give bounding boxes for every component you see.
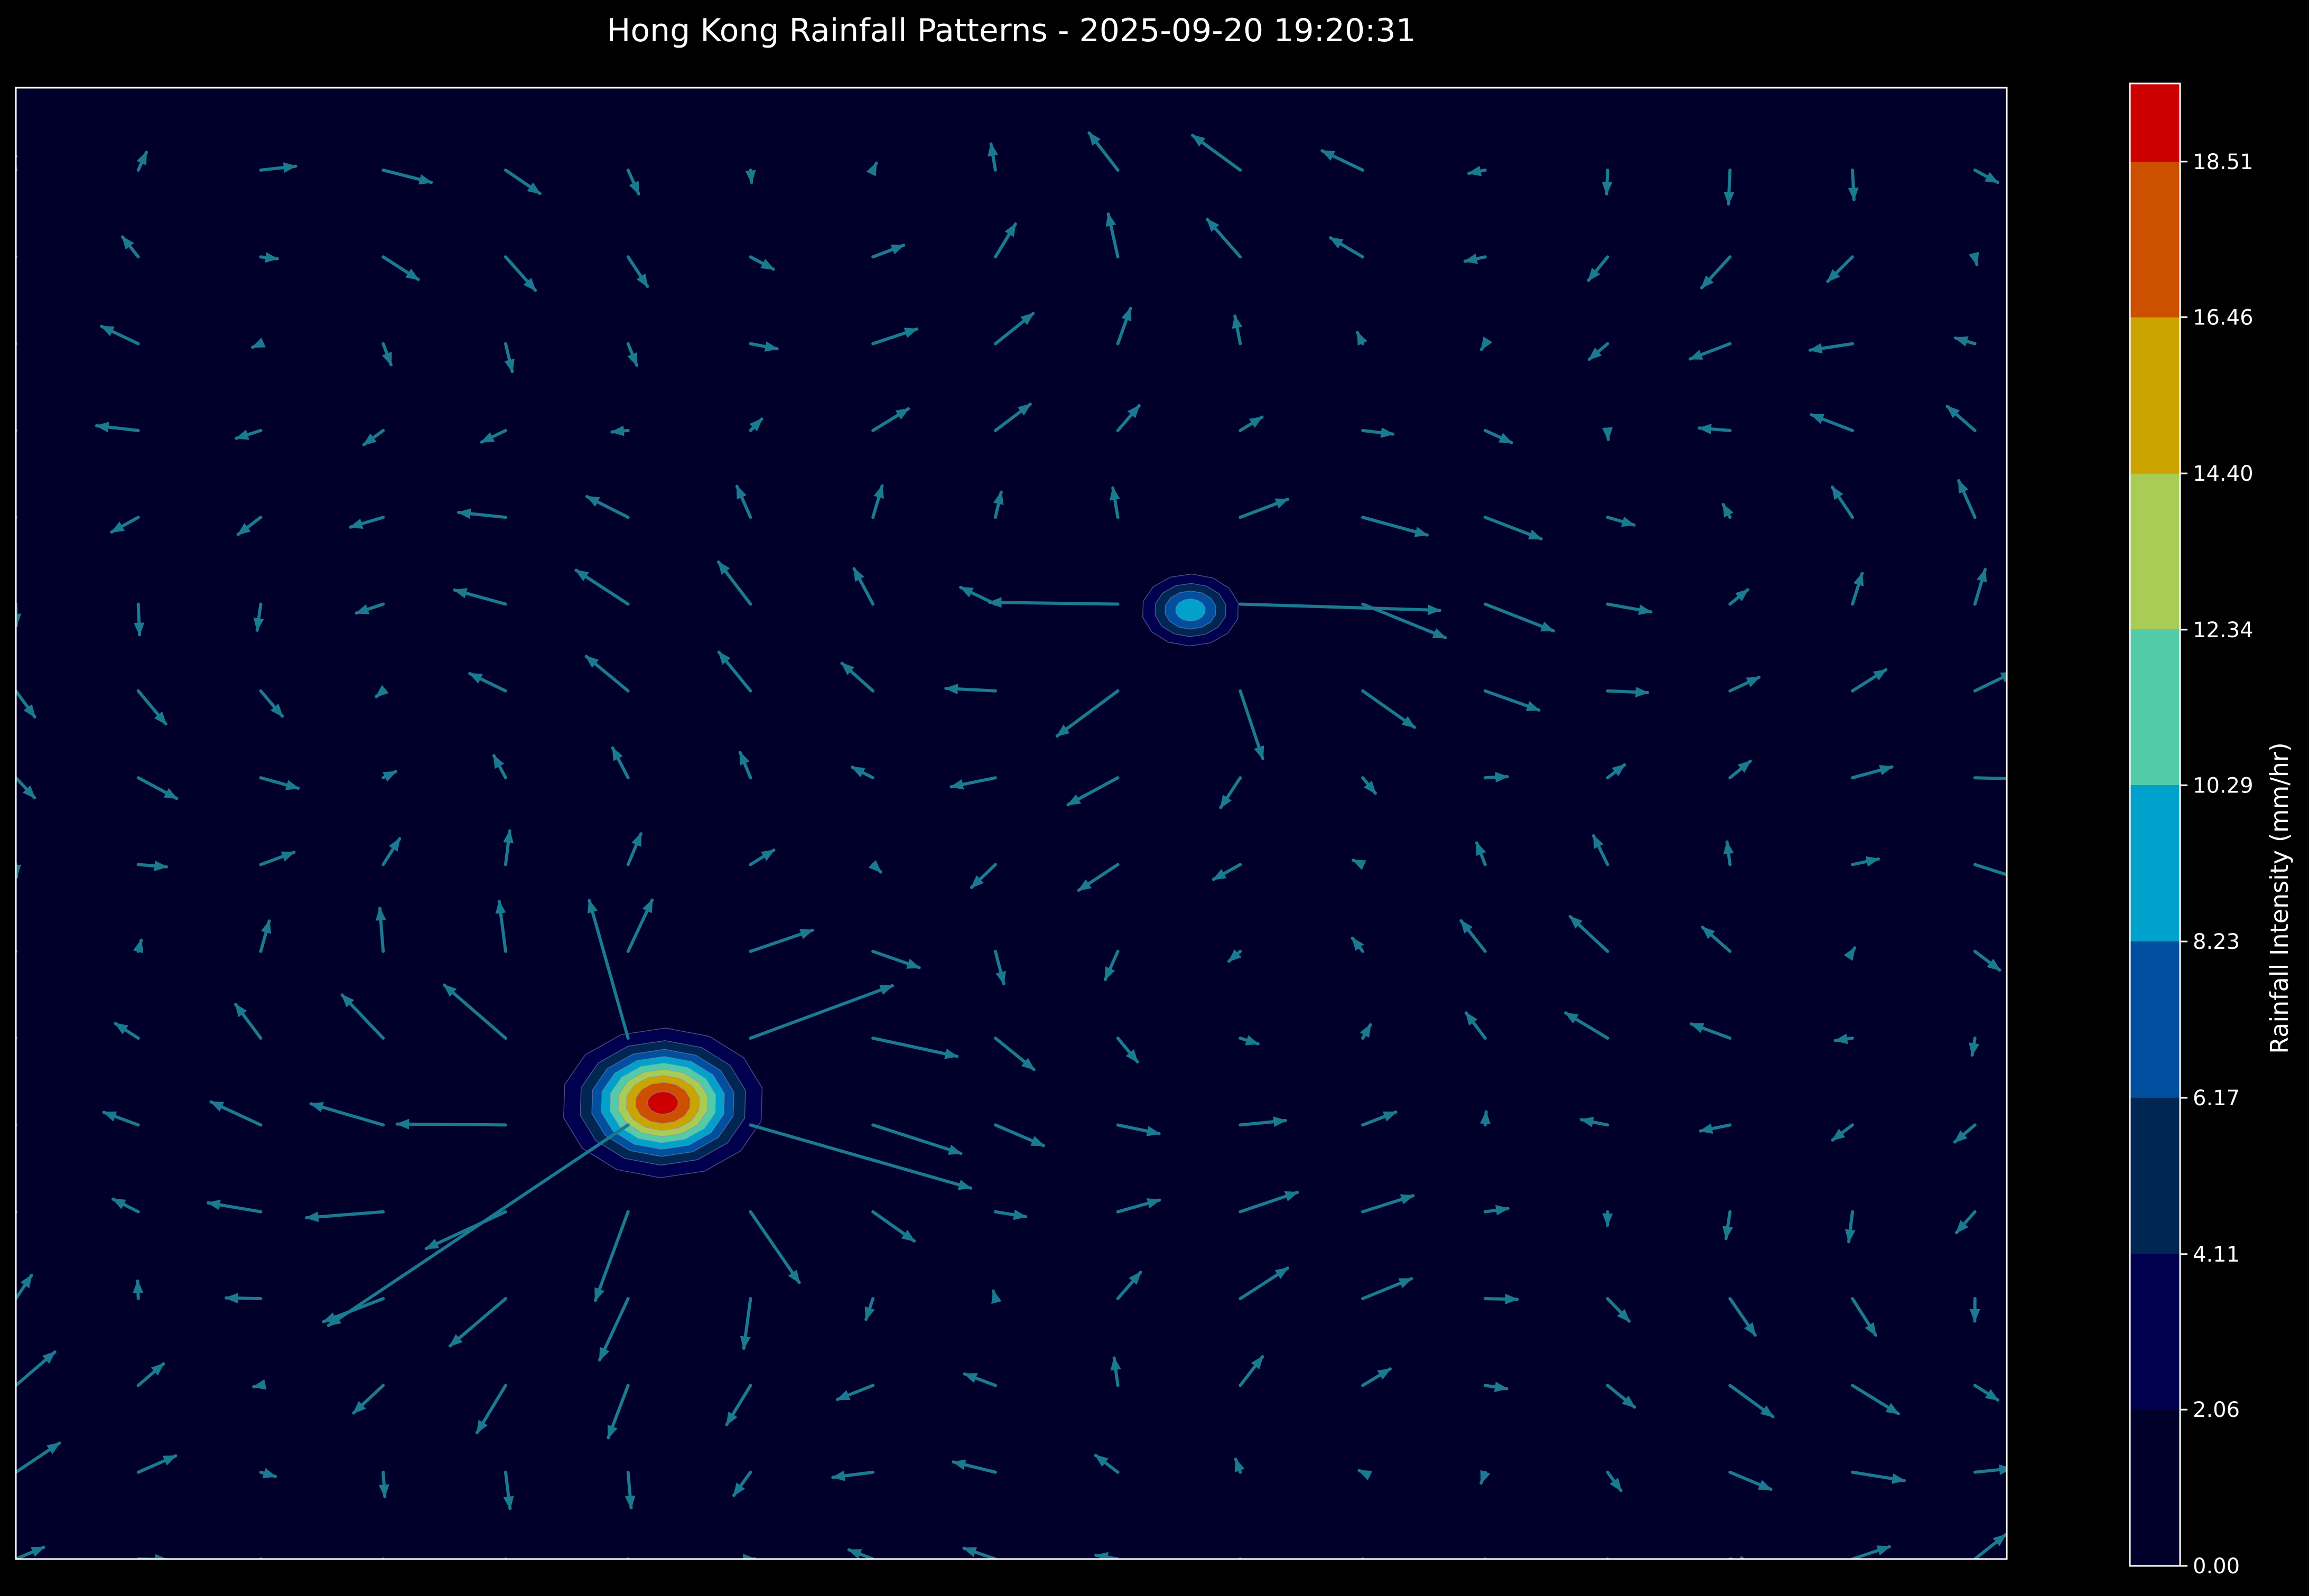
plot-background [16,88,2007,1559]
wind-vector-15-16 [1969,251,1979,266]
colorbar-tick-label-0: 0.00 [2193,1554,2240,1579]
wind-vector-5-0 [16,1123,17,1127]
wind-vector-15-2 [259,252,279,263]
wind-vector-0-12 [1482,1557,1487,1559]
colorbar-tick-label-5: 10.29 [2193,773,2254,798]
wind-vector-16-6 [745,169,756,184]
rainfall-chart: Hong Kong Rainfall Patterns - 2025-09-20… [15,12,2294,1579]
wind-vector-1-3 [378,1470,389,1498]
wind-vector-10-13 [1606,686,1650,698]
rain-contour-cell1-level-9 [647,1091,678,1115]
colorbar-band-0 [2130,1410,2180,1566]
colorbar-band-7 [2130,317,2180,474]
colorbar-band-2 [2130,1098,2180,1254]
colorbar-band-4 [2130,785,2180,942]
wind-vector-12-0 [16,516,17,519]
colorbar-tick-label-2: 4.11 [2193,1243,2240,1267]
wind-vector-14-0 [16,342,17,346]
wind-vector-15-0 [16,255,17,259]
wind-vector-4-0 [16,1210,17,1214]
rain-contour-cell2-level-4 [1175,599,1206,622]
colorbar-band-6 [2130,473,2180,630]
colorbar-tick-label-3: 6.17 [2193,1086,2240,1110]
wind-vector-16-14 [1724,169,1735,206]
wind-vector-7-15 [1844,946,1857,961]
wind-vector-9-12 [1483,772,1509,783]
colorbar-band-3 [2130,941,2180,1098]
wind-vector-0-5 [626,1557,632,1559]
colorbar-tick-label-7: 14.40 [2193,462,2254,486]
colorbar-band-9 [2130,83,2180,162]
wind-vector-16-0 [16,145,18,172]
wind-vector-9-16 [1973,776,2007,780]
colorbar-band-1 [2130,1254,2180,1410]
wind-vector-13-5 [610,425,630,436]
colorbar-tick-label-6: 12.34 [2193,618,2254,642]
wind-vector-11-1 [134,602,145,637]
wind-vector-0-4 [504,1557,509,1559]
colorbar: 0.00 2.06 4.11 6.17 8.23 10.29 12.34 14.40 16.46… [2129,82,2294,1579]
wind-vector-5-12 [1479,1110,1491,1127]
wind-vector-1-11 [1357,1469,1373,1481]
wind-vector-3-2 [225,1293,263,1304]
colorbar-tick-label-9: 18.51 [2193,150,2254,174]
colorbar-tick-label-1: 2.06 [2193,1398,2240,1422]
wind-vector-13-0 [16,428,17,432]
wind-vector-0-13 [1606,1557,1609,1559]
colorbar-band-8 [2130,161,2180,318]
wind-vector-2-2 [252,1379,267,1390]
wind-vector-5-4 [395,1118,507,1130]
colorbar-label: Rainfall Intensity (mm/hr) [2265,742,2294,1054]
wind-vector-6-0 [16,1037,17,1040]
chart-title: Hong Kong Rainfall Patterns - 2025-09-20… [607,12,1416,49]
colorbar-tick-label-8: 16.46 [2193,305,2254,330]
wind-vector-16-15 [1848,169,1859,201]
wind-vector-0-3 [381,1557,386,1559]
wind-vector-0-10 [1220,1557,1242,1559]
wind-vector-3-8 [991,1289,1002,1304]
wind-vector-7-0 [16,949,17,954]
colorbar-band-5 [2130,629,2180,786]
wind-vector-0-11 [1360,1557,1365,1559]
wind-vector-0-2 [259,1557,264,1559]
wind-vector-16-13 [1602,169,1613,195]
wind-vector-11-9 [988,597,1120,608]
colorbar-tick-label-4: 8.23 [2193,930,2240,954]
